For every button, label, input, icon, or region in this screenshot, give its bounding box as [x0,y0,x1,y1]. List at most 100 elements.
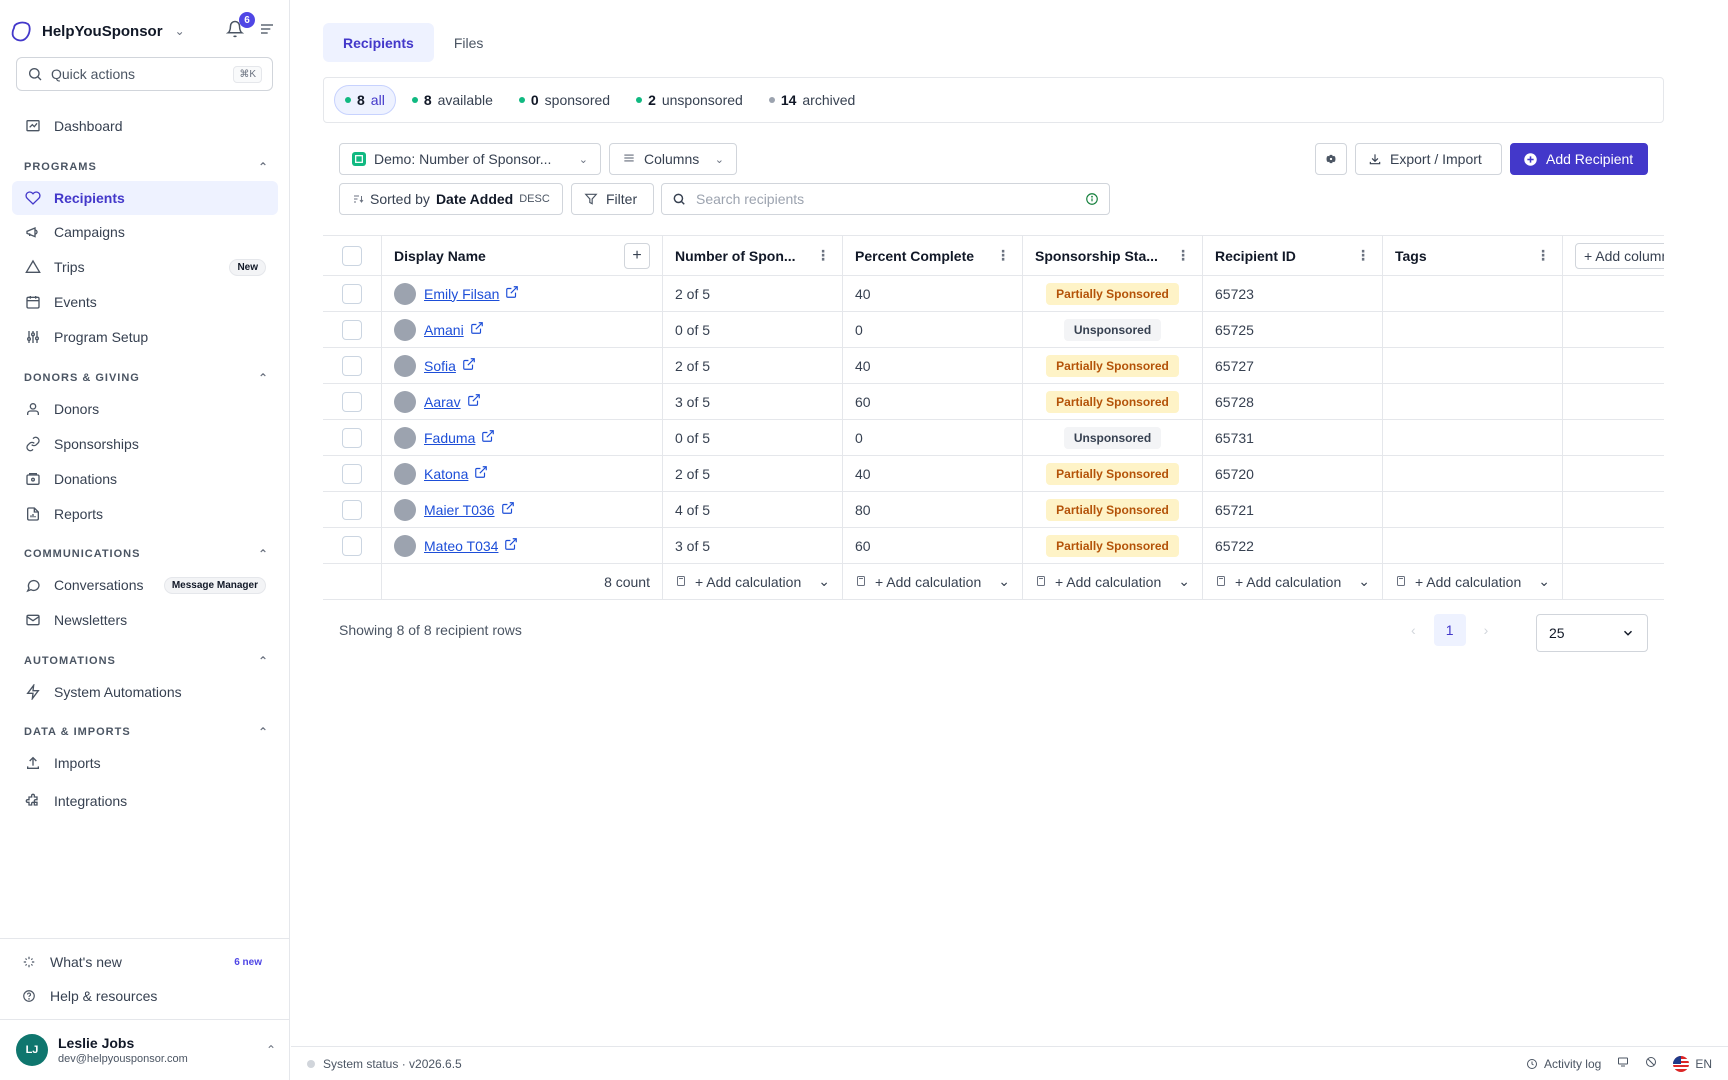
filter-all[interactable]: 8 all [334,85,396,115]
settings-button[interactable] [1315,143,1347,175]
table-row[interactable]: Aarav 3 of 5 60 Partially Sponsored 65728 [323,384,1664,420]
add-column-button[interactable]: + Add column [1575,242,1664,269]
section-automations[interactable]: AUTOMATIONS ⌃ [24,651,269,671]
sidebar-item-donors[interactable]: Donors [12,392,278,426]
sidebar-item-reports[interactable]: Reports [12,497,278,531]
header-display-name[interactable]: Display Name + [381,236,662,275]
export-import-button[interactable]: Export / Import [1355,143,1502,175]
page-size-select[interactable]: 25 [1536,614,1648,652]
section-programs[interactable]: PROGRAMS ⌃ [24,157,269,177]
sort-button[interactable]: Sorted by Date Added DESC [339,183,563,215]
columns-button[interactable]: Columns ⌄ [609,143,737,175]
menu-button[interactable] [256,18,278,40]
page-button[interactable]: 1 [1433,614,1466,646]
theme-icon[interactable] [1645,1056,1657,1071]
external-link-icon[interactable] [467,393,481,410]
more-vertical-icon[interactable]: ⋮ [996,247,1010,264]
select-all-checkbox[interactable] [342,245,362,266]
org-switcher[interactable]: HelpYouSponsor ⌄ [8,16,185,46]
recipient-name-link[interactable]: Amani [424,322,464,338]
recipient-name-link[interactable]: Aarav [424,394,461,410]
external-link-icon[interactable] [481,429,495,446]
table-row[interactable]: Katona 2 of 5 40 Partially Sponsored 65720 [323,456,1664,492]
header-recipient-id[interactable]: Recipient ID ⋮ [1202,236,1382,275]
section-donors[interactable]: DONORS & GIVING ⌃ [24,368,269,388]
tab-recipients[interactable]: Recipients [323,23,434,62]
add-recipient-button[interactable]: Add Recipient [1510,143,1648,175]
sidebar-item-system-automations[interactable]: System Automations [12,675,278,709]
recipient-name-link[interactable]: Sofia [424,358,456,374]
recipient-name-link[interactable]: Emily Filsan [424,286,499,302]
language-selector[interactable]: EN [1673,1055,1712,1072]
sidebar-item-conversations[interactable]: Conversations Message Manager [12,568,278,602]
section-communications[interactable]: COMMUNICATIONS ⌃ [24,544,269,564]
filter-unsponsored[interactable]: 2 unsponsored [626,85,753,115]
external-link-icon[interactable] [474,465,488,482]
sidebar-item-sponsorships[interactable]: Sponsorships [12,427,278,461]
row-checkbox[interactable] [342,319,362,340]
tab-files[interactable]: Files [434,23,504,62]
table-row[interactable]: Amani 0 of 5 0 Unsponsored 65725 [323,312,1664,348]
external-link-icon[interactable] [470,321,484,338]
user-menu[interactable]: LJ Leslie Jobs dev@helpyousponsor.com ⌃ [16,1032,276,1068]
row-checkbox[interactable] [342,355,362,376]
add-calculation-dropdown[interactable]: + Add calculation ⌄ [842,564,1022,599]
table-row[interactable]: Mateo T034 3 of 5 60 Partially Sponsored 657… [323,528,1664,564]
sidebar-item-campaigns[interactable]: Campaigns [12,215,278,249]
table-row[interactable]: Faduma 0 of 5 0 Unsponsored 65731 [323,420,1664,456]
sidebar-item-imports[interactable]: Imports [12,746,278,780]
quick-actions-input[interactable]: Quick actions ⌘K [16,57,273,91]
add-calculation-dropdown[interactable]: + Add calculation ⌄ [1382,564,1562,599]
add-calculation-dropdown[interactable]: + Add calculation ⌄ [1202,564,1382,599]
filter-available[interactable]: 8 available [402,85,503,115]
more-vertical-icon[interactable]: ⋮ [1536,247,1550,264]
sidebar-item-help[interactable]: Help & resources [8,979,274,1013]
header-sponsorship-status[interactable]: Sponsorship Sta... ⋮ [1022,236,1202,275]
external-link-icon[interactable] [505,285,519,302]
table-row[interactable]: Sofia 2 of 5 40 Partially Sponsored 65727 [323,348,1664,384]
row-checkbox[interactable] [342,463,362,484]
system-status-link[interactable]: System status · v2026.6.5 [323,1057,462,1071]
row-checkbox[interactable] [342,535,362,556]
header-percent-complete[interactable]: Percent Complete ⋮ [842,236,1022,275]
view-selector[interactable]: Demo: Number of Sponsor... ⌄ [339,143,601,175]
table-row[interactable]: Emily Filsan 2 of 5 40 Partially Sponsored 6… [323,276,1664,312]
more-vertical-icon[interactable]: ⋮ [1356,247,1370,264]
recipient-name-link[interactable]: Katona [424,466,468,482]
add-calculation-dropdown[interactable]: + Add calculation ⌄ [1022,564,1202,599]
external-link-icon[interactable] [501,501,515,518]
row-checkbox[interactable] [342,283,362,304]
more-vertical-icon[interactable]: ⋮ [1176,247,1190,264]
row-checkbox[interactable] [342,427,362,448]
section-data-imports[interactable]: DATA & IMPORTS ⌃ [24,722,269,742]
activity-log-button[interactable]: Activity log [1526,1057,1601,1071]
filter-sponsored[interactable]: 0 sponsored [509,85,620,115]
row-checkbox[interactable] [342,391,362,412]
sidebar-item-donations[interactable]: Donations [12,462,278,496]
sidebar-item-events[interactable]: Events [12,285,278,319]
chevron-left-icon[interactable]: ‹ [1411,622,1416,638]
add-calculation-dropdown[interactable]: + Add calculation ⌄ [662,564,842,599]
filter-archived[interactable]: 14 archived [759,85,866,115]
row-checkbox[interactable] [342,499,362,520]
sidebar-item-integrations[interactable]: Integrations [12,784,278,818]
sidebar-item-recipients[interactable]: Recipients [12,181,278,215]
sidebar-item-newsletters[interactable]: Newsletters [12,603,278,637]
recipient-name-link[interactable]: Mateo T034 [424,538,498,554]
filter-button[interactable]: Filter [571,183,654,215]
header-tags[interactable]: Tags ⋮ [1382,236,1562,275]
sidebar-item-trips[interactable]: Trips New [12,250,278,284]
add-field-button[interactable]: + [624,242,650,269]
external-link-icon[interactable] [504,537,518,554]
notifications-button[interactable]: 6 [224,12,255,40]
header-number-of-sponsors[interactable]: Number of Spon... ⋮ [662,236,842,275]
external-link-icon[interactable] [462,357,476,374]
sidebar-item-program-setup[interactable]: Program Setup [12,320,278,354]
search-input[interactable] [696,191,1075,207]
sidebar-item-dashboard[interactable]: Dashboard [12,109,278,143]
sidebar-item-whats-new[interactable]: What's new 6 new [8,945,274,979]
monitor-icon[interactable] [1617,1056,1629,1071]
recipient-name-link[interactable]: Faduma [424,430,475,446]
table-row[interactable]: Maier T036 4 of 5 80 Partially Sponsored 657… [323,492,1664,528]
more-vertical-icon[interactable]: ⋮ [816,247,830,264]
